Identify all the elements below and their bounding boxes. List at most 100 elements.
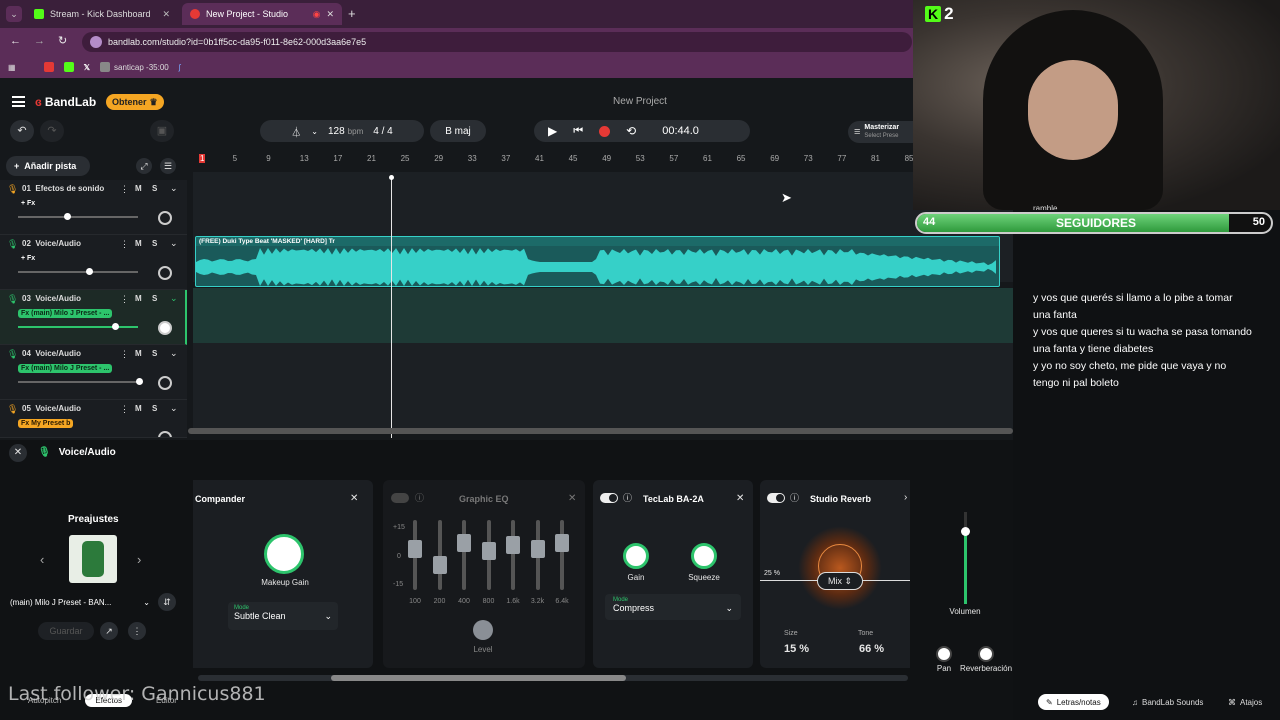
track-03[interactable]: 🎙 03 Voice/Audio ⋮ M S ⌄ Fx (main) Milo … xyxy=(0,290,187,345)
url-field[interactable]: bandlab.com/studio?id=0b1ff5cc-da95-f011… xyxy=(82,32,912,52)
volume-fader[interactable] xyxy=(961,512,970,604)
horizontal-scrollbar[interactable] xyxy=(188,428,1013,434)
undo-button[interactable]: ↶ xyxy=(10,120,34,142)
automation-icon[interactable]: ⤢ xyxy=(136,158,152,174)
bpm-value[interactable]: 128 xyxy=(328,126,345,137)
audio-clip[interactable]: (FREE) Duki Type Beat 'MASKED' [HARD] Tr xyxy=(195,236,1000,287)
pan-knob[interactable] xyxy=(158,211,172,225)
track-01[interactable]: 🎙 01 Efectos de sonido ⋮ M S ⌄ + Fx xyxy=(0,180,187,235)
volume-slider[interactable] xyxy=(18,378,143,385)
track-lane-01[interactable] xyxy=(193,172,1013,227)
preset-options-icon[interactable]: ⇵ xyxy=(158,593,176,611)
kick-icon[interactable] xyxy=(63,62,74,72)
youtube-icon[interactable] xyxy=(43,62,54,72)
eq-band-fader[interactable] xyxy=(432,520,447,590)
menu-icon[interactable] xyxy=(12,96,25,107)
shortcuts-button[interactable]: ⌘ Atajos xyxy=(1220,694,1270,710)
mute-button[interactable]: M xyxy=(135,349,142,358)
eq-level-knob[interactable] xyxy=(473,620,493,640)
chevron-right-icon[interactable]: › xyxy=(137,552,141,567)
solo-button[interactable]: S xyxy=(152,239,157,248)
track-menu-icon[interactable]: ⋮ xyxy=(120,294,129,305)
eq-band-fader[interactable] xyxy=(506,520,520,590)
eq-band-fader[interactable] xyxy=(555,520,569,590)
eq-band-fader[interactable] xyxy=(408,520,422,590)
tempo-control[interactable]: ⏃ ⌄ 128 bpm 4 / 4 xyxy=(260,120,424,142)
key-button[interactable]: B maj xyxy=(430,120,486,142)
mute-button[interactable]: M xyxy=(135,404,142,413)
new-tab-icon[interactable]: + xyxy=(348,6,356,21)
lyrics-notes-button[interactable]: ✎ Letras/notas xyxy=(1038,694,1109,710)
size-value[interactable]: 15 % xyxy=(784,643,809,655)
bookmark-santicap[interactable]: santicap -35:00 xyxy=(100,62,169,72)
track-menu-icon[interactable]: ⋮ xyxy=(120,184,129,195)
gain-knob[interactable] xyxy=(623,543,649,569)
extension-icon[interactable]: ʃ xyxy=(179,63,181,72)
track-lane-04[interactable] xyxy=(193,343,1013,398)
volume-slider[interactable] xyxy=(18,268,138,275)
chevron-down-icon[interactable]: ⌄ xyxy=(170,238,178,249)
metronome-icon[interactable]: ⏃ xyxy=(291,124,301,139)
pan-knob[interactable] xyxy=(158,376,172,390)
close-panel-icon[interactable]: ✕ xyxy=(9,444,27,462)
pan-knob[interactable] xyxy=(158,321,172,335)
track-settings-button[interactable]: ▣ xyxy=(150,120,174,142)
mute-button[interactable]: M xyxy=(135,239,142,248)
teclab-mode-select[interactable]: Mode Compress ⌄ xyxy=(605,594,741,620)
track-lane-03[interactable] xyxy=(193,288,1013,343)
redo-button[interactable]: ↷ xyxy=(40,120,64,142)
close-icon[interactable]: ✕ xyxy=(326,9,334,20)
volume-slider[interactable] xyxy=(18,323,138,330)
close-icon[interactable]: ✕ xyxy=(350,493,358,504)
volume-slider[interactable] xyxy=(18,213,138,220)
track-menu-icon[interactable]: ⋮ xyxy=(120,404,129,415)
fx-preset-tag[interactable]: Fx (main) Milo J Preset - ... xyxy=(18,364,113,373)
makeup-gain-knob[interactable] xyxy=(264,534,304,574)
bandlab-sounds-button[interactable]: ♫ BandLab Sounds xyxy=(1124,694,1211,710)
chevron-right-icon[interactable]: › xyxy=(904,492,907,503)
mastering-button[interactable]: ≡ Masterizar Select Prese xyxy=(848,121,913,143)
close-icon[interactable]: ✕ xyxy=(568,493,576,504)
eq-band-fader[interactable] xyxy=(481,520,496,590)
reload-icon[interactable]: ↻ xyxy=(58,34,67,47)
share-icon[interactable]: ↗ xyxy=(100,622,118,640)
save-preset-button[interactable]: Guardar xyxy=(38,622,94,640)
tab-new-project-studio[interactable]: New Project - Studio ◉ ✕ xyxy=(182,3,342,25)
skip-back-icon[interactable]: ⏮ xyxy=(573,125,583,138)
mute-button[interactable]: M xyxy=(135,184,142,193)
chevron-down-icon[interactable]: ⌄ xyxy=(170,293,178,304)
mix-control[interactable]: Mix ⇕ xyxy=(817,572,863,590)
close-icon[interactable]: ✕ xyxy=(162,9,170,20)
track-04[interactable]: 🎙 04 Voice/Audio ⋮ M S ⌄ Fx (main) Milo … xyxy=(0,345,187,400)
time-signature[interactable]: 4 / 4 xyxy=(373,126,392,137)
add-track-button[interactable]: + Añadir pista xyxy=(6,156,90,176)
back-icon[interactable]: ← xyxy=(10,35,21,47)
bandlab-logo[interactable]: ɞ BandLab xyxy=(35,95,96,109)
loop-icon[interactable]: ⟲ xyxy=(626,124,636,138)
solo-button[interactable]: S xyxy=(152,349,157,358)
add-fx-button[interactable]: + Fx xyxy=(18,254,38,263)
track-02[interactable]: 🎙 02 Voice/Audio ⋮ M S ⌄ + Fx xyxy=(0,235,187,290)
fx-preset-tag[interactable]: Fx (main) Milo J Preset - ... xyxy=(18,309,113,318)
chevron-down-icon[interactable]: ⌄ xyxy=(170,348,178,359)
eq-band-fader[interactable] xyxy=(530,520,545,590)
track-menu-icon[interactable]: ⋮ xyxy=(120,239,129,250)
track-menu-icon[interactable]: ⋮ xyxy=(120,349,129,360)
more-options-icon[interactable]: ⋮ xyxy=(128,622,146,640)
get-button[interactable]: Obtener ♛ xyxy=(106,94,164,110)
chevron-down-icon[interactable]: ⌄ xyxy=(170,183,178,194)
play-icon[interactable]: ▶ xyxy=(548,124,557,138)
preset-dropdown[interactable]: (main) Milo J Preset - BAN... ⌄ xyxy=(10,594,150,610)
tab-search-icon[interactable]: ⌄ xyxy=(6,6,22,22)
effects-scrollbar[interactable] xyxy=(198,675,908,681)
fx-preset-tag[interactable]: Fx My Preset b xyxy=(18,419,74,428)
add-fx-button[interactable]: + Fx xyxy=(18,199,38,208)
pan-knob[interactable] xyxy=(158,431,172,437)
pan-knob[interactable] xyxy=(158,266,172,280)
eq-toggle[interactable] xyxy=(391,493,409,503)
chevron-down-icon[interactable]: ⌄ xyxy=(170,403,178,414)
solo-button[interactable]: S xyxy=(152,294,157,303)
reverb-toggle[interactable] xyxy=(767,493,785,503)
track-05[interactable]: 🎙 05 Voice/Audio ⋮ M S ⌄ Fx My Preset b xyxy=(0,400,187,438)
project-title[interactable]: New Project xyxy=(560,96,720,107)
